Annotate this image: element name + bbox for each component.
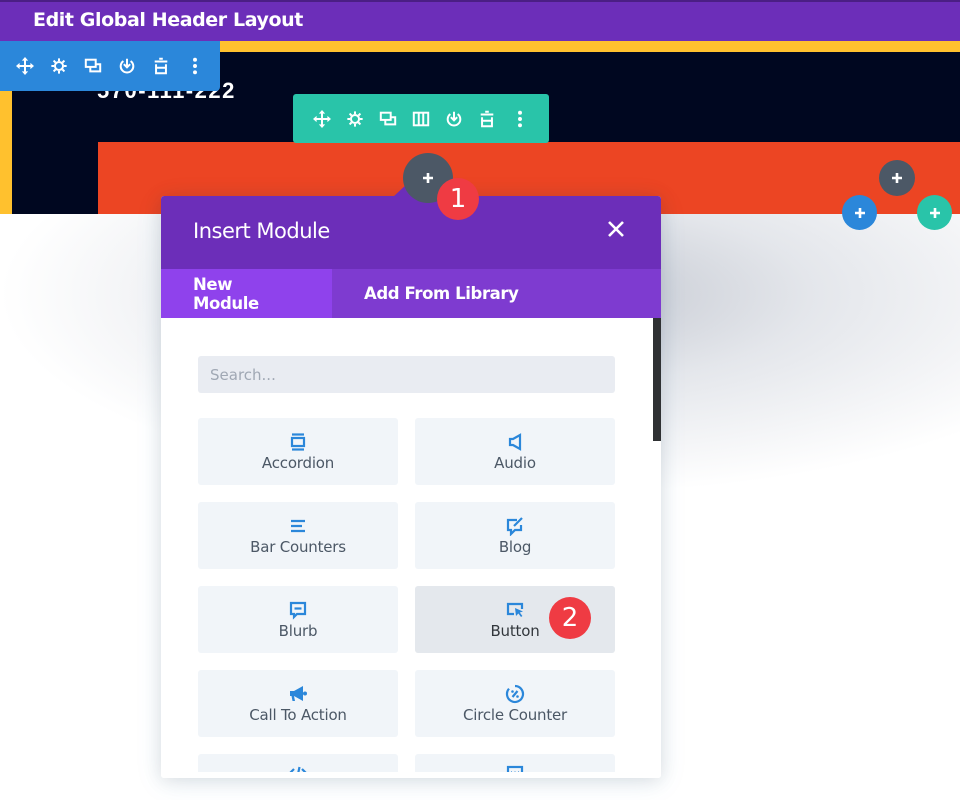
module-card-label: Blurb: [278, 621, 318, 640]
plus-icon: [929, 207, 940, 218]
duplicate-icon: [379, 111, 397, 125]
blog-icon: [505, 516, 525, 536]
modal-body: Accordion Audio Bar Counters Blog Blurb …: [161, 318, 661, 778]
editor-title-bar: Edit Global Header Layout: [0, 0, 960, 41]
save-to-library-icon: [119, 58, 135, 74]
row-duplicate-button[interactable]: [371, 104, 404, 134]
module-card-label: Blog: [498, 537, 532, 556]
section-more-button[interactable]: [178, 51, 212, 81]
row-save-library-button[interactable]: [438, 104, 471, 134]
module-card-label: Circle Counter: [462, 705, 568, 724]
section-delete-button[interactable]: [144, 51, 178, 81]
trash-icon: [154, 57, 168, 75]
call-to-action-icon: [288, 684, 308, 704]
step-badge-1: 1: [437, 178, 479, 220]
row-delete-button[interactable]: [471, 104, 504, 134]
more-icon: [193, 57, 197, 75]
module-card-audio[interactable]: Audio: [415, 418, 615, 485]
modal-header: Insert Module: [161, 196, 661, 269]
plus-icon: [423, 173, 433, 183]
module-card-bar-counters[interactable]: Bar Counters: [198, 502, 398, 569]
row-toolbar: [293, 94, 549, 143]
module-card-label: Bar Counters: [250, 537, 346, 556]
more-icon: [518, 110, 523, 127]
accordion-icon: [288, 432, 308, 452]
module-card-circle-counter[interactable]: Circle Counter: [415, 670, 615, 737]
section-save-library-button[interactable]: [110, 51, 144, 81]
row-columns-button[interactable]: [404, 104, 437, 134]
plus-icon: [854, 207, 865, 218]
move-icon: [312, 109, 331, 128]
module-card-blurb[interactable]: Blurb: [198, 586, 398, 653]
editor-title: Edit Global Header Layout: [33, 9, 303, 31]
row-move-button[interactable]: [305, 104, 338, 134]
add-row-button[interactable]: [917, 195, 952, 230]
section-move-button[interactable]: [8, 51, 42, 81]
audio-icon: [505, 432, 525, 452]
module-card-accordion[interactable]: Accordion: [198, 418, 398, 485]
row-settings-button[interactable]: [338, 104, 371, 134]
insert-module-modal: Insert Module New Module Add From Librar…: [161, 196, 661, 778]
module-card-blog[interactable]: Blog: [415, 502, 615, 569]
modal-title: Insert Module: [193, 219, 330, 243]
module-card-label: Audio: [494, 453, 536, 472]
step-badge-2: 2: [549, 597, 591, 639]
modal-close-button[interactable]: [607, 220, 631, 244]
plus-icon: [892, 173, 902, 183]
button-icon: [505, 600, 525, 620]
module-card-label: Call To Action: [249, 705, 347, 724]
section-settings-button[interactable]: [42, 51, 76, 81]
close-icon: [608, 221, 624, 237]
add-module-button-right-column[interactable]: [879, 160, 915, 196]
add-section-button[interactable]: [842, 195, 877, 230]
module-card-label: Button: [490, 621, 540, 640]
tab-new-module[interactable]: New Module: [161, 269, 332, 318]
tab-add-from-library[interactable]: Add From Library: [332, 269, 551, 318]
circle-counter-icon: [505, 684, 525, 704]
trash-icon: [480, 110, 494, 127]
modal-tabs: New Module Add From Library: [161, 269, 661, 318]
save-to-library-icon: [446, 111, 462, 126]
gear-icon: [347, 110, 363, 127]
section-duplicate-button[interactable]: [76, 51, 110, 81]
gear-icon: [51, 58, 67, 74]
module-card-label: Accordion: [261, 453, 335, 472]
duplicate-icon: [84, 58, 102, 73]
row-more-button[interactable]: [504, 104, 537, 134]
section-toolbar: [0, 41, 220, 91]
move-icon: [16, 57, 34, 75]
bar-counters-icon: [288, 516, 308, 536]
columns-icon: [412, 111, 430, 126]
modal-scrollbar[interactable]: [653, 318, 661, 441]
blurb-icon: [288, 600, 308, 620]
module-search-input[interactable]: [198, 356, 615, 393]
modal-bottom-edge: [161, 772, 661, 778]
module-grid: Accordion Audio Bar Counters Blog Blurb …: [198, 418, 615, 778]
module-card-call-to-action[interactable]: Call To Action: [198, 670, 398, 737]
